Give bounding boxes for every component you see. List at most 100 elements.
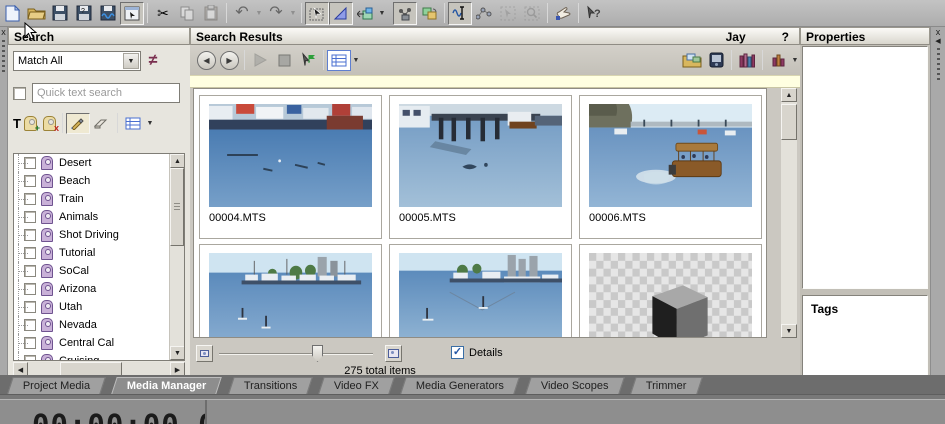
tag-tree-item[interactable]: Central Cal: [14, 334, 184, 352]
tab-project-media[interactable]: Project Media: [7, 377, 107, 394]
tag-view-dropdown[interactable]: ▼: [145, 120, 155, 127]
tag-tree-item[interactable]: Animals: [14, 208, 184, 226]
quick-search-checkbox[interactable]: [13, 86, 26, 100]
cut-button[interactable]: ✂: [151, 2, 175, 25]
automatic-crossfades-button[interactable]: [393, 1, 417, 25]
save-as-button[interactable]: ?: [72, 2, 96, 25]
tag-tree-item[interactable]: Train: [14, 190, 184, 208]
library-views-button[interactable]: [766, 49, 790, 72]
tag-tree-item[interactable]: Utah: [14, 298, 184, 316]
thumbnail-size-slider-thumb[interactable]: [312, 345, 323, 362]
large-thumbnails-button[interactable]: [385, 345, 402, 362]
envelope-points-button[interactable]: [472, 2, 496, 25]
tag-checkbox[interactable]: [24, 355, 36, 360]
tag-view-button[interactable]: [121, 113, 145, 134]
selection-edit-tool-button[interactable]: [305, 1, 329, 25]
tag-checkbox[interactable]: [24, 319, 36, 331]
media-item-card[interactable]: 00005.MTS: [389, 95, 572, 239]
right-dock-collapse-button[interactable]: ◀: [931, 37, 945, 45]
tag-tree-item[interactable]: SoCal: [14, 262, 184, 280]
tag-checkbox[interactable]: [24, 193, 36, 205]
tag-checkbox[interactable]: [24, 247, 36, 259]
whats-this-help-button[interactable]: ?: [582, 2, 606, 25]
redo-button[interactable]: ↷: [264, 2, 288, 25]
tag-tree-item[interactable]: Tutorial: [14, 244, 184, 262]
tree-vertical-scrollbar[interactable]: ▲ ▼: [169, 154, 184, 360]
left-dock-grip[interactable]: [2, 40, 5, 74]
help-button[interactable]: ?: [782, 30, 789, 44]
right-dock-grip[interactable]: [936, 48, 940, 82]
undo-dropdown[interactable]: ▼: [254, 10, 264, 17]
scroll-down-button[interactable]: ▼: [170, 346, 184, 360]
tab-video-fx[interactable]: Video FX: [318, 377, 395, 394]
scroll-up-button[interactable]: ▲: [170, 154, 184, 168]
back-button[interactable]: ◀: [197, 50, 216, 70]
library-views-dropdown[interactable]: ▼: [790, 57, 800, 64]
media-item-card[interactable]: [389, 244, 572, 337]
tag-checkbox[interactable]: [24, 301, 36, 313]
tag-checkbox[interactable]: [24, 175, 36, 187]
apply-tag-brush-button[interactable]: [65, 112, 90, 134]
copy-button[interactable]: [175, 2, 199, 25]
properties-button[interactable]: [120, 1, 144, 25]
edit-tool-dropdown[interactable]: ▼: [377, 10, 387, 17]
undo-button[interactable]: ↶: [230, 2, 254, 25]
redo-dropdown[interactable]: ▼: [288, 10, 298, 17]
preview-cursor-button[interactable]: [296, 49, 320, 72]
render-as-button[interactable]: [96, 2, 120, 25]
tag-checkbox[interactable]: [24, 283, 36, 295]
chevron-down-icon[interactable]: ▼: [123, 53, 139, 69]
delete-tag-button[interactable]: x: [42, 115, 59, 133]
tab-media-manager[interactable]: Media Manager: [111, 377, 223, 394]
details-checkbox[interactable]: ✓: [451, 346, 464, 359]
tab-video-scopes[interactable]: Video Scopes: [525, 377, 625, 394]
save-project-button[interactable]: [48, 2, 72, 25]
right-dock-close-button[interactable]: x: [931, 27, 945, 37]
thumbnail-size-slider-track[interactable]: [219, 353, 373, 355]
normal-edit-tool-button[interactable]: [353, 2, 377, 25]
zoom-tool-button[interactable]: [520, 2, 544, 25]
tag-checkbox[interactable]: [24, 265, 36, 277]
negate-search-button[interactable]: ≠: [141, 51, 165, 71]
media-item-card[interactable]: [579, 244, 762, 337]
new-project-icon[interactable]: [0, 2, 24, 25]
quick-search-input[interactable]: [32, 83, 180, 103]
enable-snapping-button[interactable]: [448, 1, 472, 25]
results-vertical-scrollbar[interactable]: ▲ ▼: [781, 88, 797, 338]
views-button[interactable]: [327, 49, 351, 71]
scroll-up-button[interactable]: ▲: [781, 88, 797, 102]
match-dropdown[interactable]: Match All ▼: [13, 51, 141, 71]
scroll-down-button[interactable]: ▼: [781, 324, 797, 338]
media-item-card[interactable]: 00004.MTS: [199, 95, 382, 239]
tag-tree-item[interactable]: Shot Driving: [14, 226, 184, 244]
views-dropdown[interactable]: ▼: [351, 57, 361, 64]
tag-tree-item[interactable]: Cruising: [14, 352, 184, 360]
tab-trimmer[interactable]: Trimmer: [630, 377, 703, 394]
left-dock-close-button[interactable]: x: [0, 27, 7, 37]
media-library-actions-button[interactable]: [735, 49, 759, 72]
tag-checkbox[interactable]: [24, 157, 36, 169]
tag-tree-item[interactable]: Beach: [14, 172, 184, 190]
media-item-card[interactable]: [199, 244, 382, 337]
tab-media-generators[interactable]: Media Generators: [400, 377, 520, 394]
stop-button[interactable]: [272, 49, 296, 72]
envelope-edit-tool-button[interactable]: [329, 1, 353, 25]
scroll-thumb[interactable]: [170, 168, 184, 246]
play-button[interactable]: [248, 49, 272, 72]
tag-checkbox[interactable]: [24, 229, 36, 241]
tag-tree-item[interactable]: Desert: [14, 154, 184, 172]
small-thumbnails-button[interactable]: [196, 345, 213, 362]
paste-button[interactable]: [199, 2, 223, 25]
media-item-card[interactable]: 00006.MTS: [579, 95, 762, 239]
selection-tool-button[interactable]: [496, 2, 520, 25]
tab-transitions[interactable]: Transitions: [227, 377, 313, 394]
import-media-button[interactable]: [680, 49, 704, 72]
add-tag-button[interactable]: +: [23, 115, 40, 133]
device-explorer-button[interactable]: [704, 49, 728, 72]
forward-button[interactable]: ▶: [220, 50, 239, 70]
tag-tree-item[interactable]: Arizona: [14, 280, 184, 298]
auto-ripple-button[interactable]: [417, 2, 441, 25]
tag-checkbox[interactable]: [24, 211, 36, 223]
tag-checkbox[interactable]: [24, 337, 36, 349]
interactive-tutorials-button[interactable]: [551, 2, 575, 25]
